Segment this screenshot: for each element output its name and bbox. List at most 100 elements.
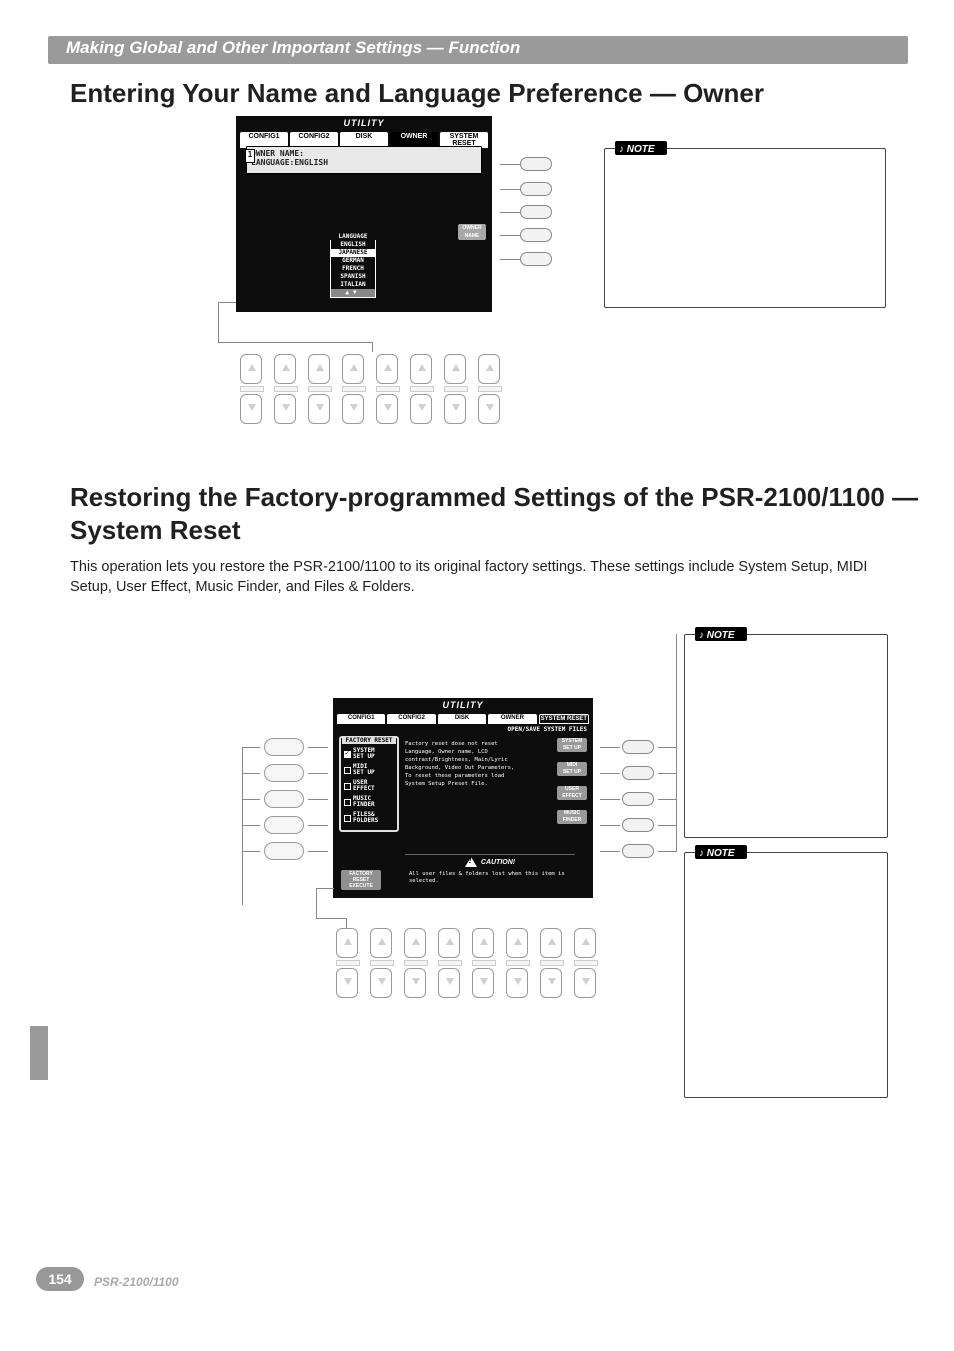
language-panel[interactable]: LANGUAGE ENGLISH JAPANESE GERMAN FRENCH … <box>330 240 376 298</box>
note-box-1: ♪ NOTE <box>604 148 886 308</box>
note-tag-icon: ♪ NOTE <box>695 627 747 641</box>
panel-button-7[interactable] <box>444 354 468 428</box>
panel-button-8[interactable] <box>478 354 502 428</box>
lcd-screen-system-reset: UTILITY CONFIG1 CONFIG2 DISK OWNER SYSTE… <box>333 698 593 898</box>
lcd1-title: UTILITY <box>236 118 492 128</box>
leader-line <box>316 918 346 919</box>
panel-button-2b[interactable] <box>370 928 394 1002</box>
panel-button-1[interactable] <box>240 354 264 428</box>
connector-line <box>500 189 520 190</box>
panel-button-7b[interactable] <box>540 928 564 1002</box>
owner-name-label: OWNER NAME: <box>251 149 477 158</box>
lang-spanish[interactable]: SPANISH <box>331 273 375 281</box>
fr-item-files-folders[interactable]: FILES& FOLDERS <box>341 810 397 826</box>
leader-line <box>242 851 260 852</box>
tab2-owner: OWNER <box>488 714 536 724</box>
tab2-config2: CONFIG2 <box>387 714 435 724</box>
leader-line <box>658 825 676 826</box>
connector-line <box>600 799 620 800</box>
panel-button-4[interactable] <box>342 354 366 428</box>
fr-item-music-finder[interactable]: MUSIC FINDER <box>341 794 397 810</box>
lang-english[interactable]: ENGLISH <box>331 241 375 249</box>
lcd2-tabs: CONFIG1 CONFIG2 DISK OWNER SYSTEM RESET <box>337 714 589 724</box>
connector-line <box>600 825 620 826</box>
fr-item-user-effect[interactable]: USER EFFECT <box>341 778 397 794</box>
panel-button-3[interactable] <box>308 354 332 428</box>
connector-line <box>500 212 520 213</box>
leader-line <box>372 342 373 352</box>
checkbox-icon <box>344 815 351 822</box>
fr-item-midi-setup[interactable]: MIDI SET UP <box>341 762 397 778</box>
breadcrumb: Making Global and Other Important Settin… <box>66 38 520 58</box>
side-button-h[interactable] <box>520 205 552 219</box>
panel-button-5[interactable] <box>376 354 400 428</box>
section1-title: Entering Your Name and Language Preferen… <box>70 78 764 109</box>
lang-italian[interactable]: ITALIAN <box>331 281 375 289</box>
save-midi-setup[interactable]: MIDI SET UP <box>557 762 587 776</box>
owner-info-box: 1 OWNER NAME: LANGUAGE:ENGLISH <box>246 146 482 174</box>
factory-reset-execute[interactable]: FACTORY RESET EXECUTE <box>341 870 381 890</box>
lcd2-subheader: OPEN/SAVE SYSTEM FILES <box>508 726 587 733</box>
fr-label: SYSTEM SET UP <box>353 748 375 760</box>
svg-text:♪ NOTE: ♪ NOTE <box>619 144 655 154</box>
note-tag-icon: ♪ NOTE <box>695 845 747 859</box>
side-button-g[interactable] <box>520 182 552 196</box>
lcd2-title: UTILITY <box>333 700 593 710</box>
lang-japanese[interactable]: JAPANESE <box>331 249 375 257</box>
language-panel-title: LANGUAGE <box>331 233 375 241</box>
leader-line <box>242 799 260 800</box>
panel-button-4b[interactable] <box>438 928 462 1002</box>
connector-line <box>308 773 328 774</box>
tab2-config1: CONFIG1 <box>337 714 385 724</box>
svg-text:♪ NOTE: ♪ NOTE <box>699 848 735 858</box>
panel-button-6b[interactable] <box>506 928 530 1002</box>
leader-line <box>658 773 676 774</box>
side-button-j2[interactable] <box>622 844 654 858</box>
lcd-screen-owner: UTILITY CONFIG1 CONFIG2 DISK OWNER SYSTE… <box>236 116 492 312</box>
leader-line <box>316 888 317 918</box>
lang-german[interactable]: GERMAN <box>331 257 375 265</box>
caution-header: CAUTION! <box>405 855 575 869</box>
connector-line <box>500 164 520 165</box>
leader-line <box>218 302 219 342</box>
leader-line <box>676 634 677 852</box>
panel-button-row-2 <box>336 928 598 1002</box>
factory-reset-box: FACTORY RESET SYSTEM SET UP MIDI SET UP … <box>339 736 399 832</box>
save-user-effect[interactable]: USER EFFECT <box>557 786 587 800</box>
side-button-j[interactable] <box>520 252 552 266</box>
leader-line <box>658 747 676 748</box>
panel-button-1b[interactable] <box>336 928 360 1002</box>
side-button-a[interactable] <box>264 738 304 756</box>
panel-button-8b[interactable] <box>574 928 598 1002</box>
fr-item-system-setup[interactable]: SYSTEM SET UP <box>341 746 397 762</box>
side-button-f2[interactable] <box>622 740 654 754</box>
side-button-i2[interactable] <box>622 818 654 832</box>
side-button-h2[interactable] <box>622 792 654 806</box>
side-button-i[interactable] <box>520 228 552 242</box>
side-button-e[interactable] <box>264 842 304 860</box>
connector-line <box>308 825 328 826</box>
save-system-setup[interactable]: SYSTEM SET UP <box>557 738 587 752</box>
side-button-f[interactable] <box>520 157 552 171</box>
leader-line <box>242 747 260 748</box>
side-button-g2[interactable] <box>622 766 654 780</box>
panel-button-6[interactable] <box>410 354 434 428</box>
panel-button-2[interactable] <box>274 354 298 428</box>
connector-line <box>600 773 620 774</box>
lang-arrows[interactable]: ▲▼ <box>331 289 375 297</box>
connector-line <box>600 851 620 852</box>
lang-french[interactable]: FRENCH <box>331 265 375 273</box>
note-tag-icon: ♪ NOTE <box>615 141 667 155</box>
leader-line <box>316 888 334 889</box>
section2-title: Restoring the Factory-programmed Setting… <box>70 481 954 546</box>
panel-button-5b[interactable] <box>472 928 496 1002</box>
save-music-finder[interactable]: MUSIC FINDER <box>557 810 587 824</box>
side-button-d[interactable] <box>264 816 304 834</box>
side-button-c[interactable] <box>264 790 304 808</box>
panel-button-3b[interactable] <box>404 928 428 1002</box>
panel-button-row-1 <box>240 354 502 428</box>
factory-reset-header: FACTORY RESET <box>342 737 396 744</box>
side-button-b[interactable] <box>264 764 304 782</box>
owner-name-button[interactable]: OWNER NAME <box>458 224 486 240</box>
leader-line <box>242 747 243 905</box>
